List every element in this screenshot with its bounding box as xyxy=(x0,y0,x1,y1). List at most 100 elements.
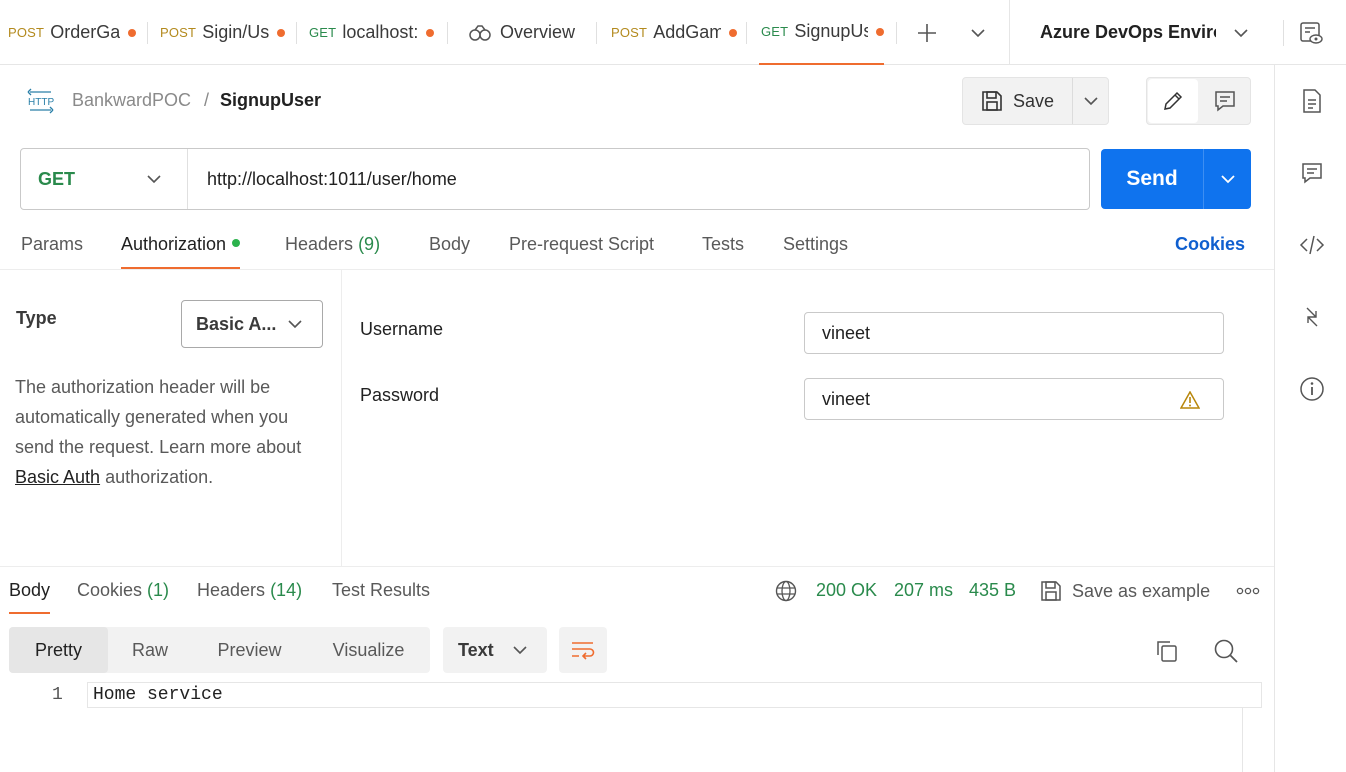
request-tab-overview[interactable]: Overview xyxy=(468,0,586,65)
password-value: vineet xyxy=(822,388,871,409)
tab-name: OrderGa xyxy=(50,22,121,42)
page-title[interactable]: SignupUser xyxy=(220,90,321,111)
url-input[interactable]: http://localhost:1011/user/home xyxy=(207,149,457,209)
view-preview[interactable]: Preview xyxy=(192,627,307,673)
headers-count: (9) xyxy=(358,234,381,254)
response-line: Home service xyxy=(93,685,223,705)
wrap-lines-button[interactable] xyxy=(559,627,607,673)
more-options-icon[interactable] xyxy=(1236,582,1260,600)
chevron-down-icon xyxy=(1234,28,1248,37)
tab-divider xyxy=(596,22,597,44)
method-selector[interactable]: GET xyxy=(21,149,187,209)
divider xyxy=(0,566,1274,567)
tab-name: AddGam xyxy=(653,22,721,42)
request-url-bar: GET http://localhost:1011/user/home xyxy=(20,148,1090,210)
request-tab-bar: POST OrderGa POST Sigin/Us GET localhost… xyxy=(0,0,1346,65)
comment-mode-button[interactable] xyxy=(1200,79,1250,123)
send-options-button[interactable] xyxy=(1204,149,1251,209)
warning-icon[interactable] xyxy=(1180,391,1200,409)
environment-selector[interactable]: Azure DevOps Enviror xyxy=(1040,0,1265,65)
copy-icon[interactable] xyxy=(1154,638,1180,664)
search-icon[interactable] xyxy=(1213,638,1239,664)
arrows-swap-icon xyxy=(1306,307,1318,327)
auth-description: The authorization header will be automat… xyxy=(15,372,327,492)
code-icon xyxy=(1299,235,1325,255)
breadcrumb-collection[interactable]: BankwardPOC xyxy=(72,90,191,111)
response-body-editor[interactable]: 1 Home service xyxy=(0,680,1274,772)
current-line-highlight xyxy=(87,682,1262,708)
password-label: Password xyxy=(360,385,440,405)
auth-type-select[interactable]: Basic A... xyxy=(181,300,323,348)
save-options-button[interactable] xyxy=(1073,78,1109,124)
view-visualize[interactable]: Visualize xyxy=(307,627,430,673)
http-icon: HTTP xyxy=(27,88,55,114)
network-globe-icon[interactable] xyxy=(775,580,797,602)
username-value: vineet xyxy=(822,322,871,343)
username-label: Username xyxy=(360,319,444,339)
tab-method: POST xyxy=(8,25,45,40)
request-tab-addgam[interactable]: POST AddGam xyxy=(611,0,737,65)
response-tab-headers-label: Headers xyxy=(197,580,266,600)
tab-divider xyxy=(746,22,747,44)
tab-params[interactable]: Params xyxy=(21,234,83,255)
response-time[interactable]: 207 ms xyxy=(894,580,953,601)
request-tab-signupus[interactable]: GET SignupUs xyxy=(759,0,884,65)
divider xyxy=(187,149,188,209)
auth-description-end: authorization. xyxy=(105,467,214,487)
comments-button[interactable] xyxy=(1299,160,1325,186)
related-collections-button[interactable] xyxy=(1299,304,1325,330)
tab-method: GET xyxy=(761,24,789,39)
info-button[interactable] xyxy=(1299,376,1325,402)
username-field[interactable]: vineet xyxy=(804,312,1224,354)
tab-body[interactable]: Body xyxy=(429,234,470,255)
code-button[interactable] xyxy=(1299,232,1325,258)
divider xyxy=(341,270,342,566)
unsaved-dot-icon xyxy=(277,28,286,37)
cookies-link[interactable]: Cookies xyxy=(1175,234,1245,255)
unsaved-dot-icon xyxy=(876,27,884,36)
tab-prerequest-script[interactable]: Pre-request Script xyxy=(509,234,654,255)
cookies-count: (1) xyxy=(147,580,170,600)
auth-type-label: Type xyxy=(16,308,57,328)
tab-name: localhost: xyxy=(342,22,419,42)
request-tab-localhost[interactable]: GET localhost: xyxy=(309,0,437,65)
save-as-example-label: Save as example xyxy=(1072,580,1211,601)
new-tab-button[interactable] xyxy=(914,20,940,46)
response-tab-body[interactable]: Body xyxy=(9,580,51,614)
request-tab-orderga[interactable]: POST OrderGa xyxy=(8,0,138,65)
right-sidebar xyxy=(1274,65,1346,772)
tab-method: GET xyxy=(309,25,337,40)
response-tab-headers[interactable]: Headers (14) xyxy=(197,580,302,601)
edit-mode-button[interactable] xyxy=(1148,79,1198,123)
response-tab-cookies[interactable]: Cookies (1) xyxy=(77,580,169,601)
save-as-example-button[interactable]: Save as example xyxy=(1040,578,1210,604)
info-icon xyxy=(1300,377,1324,401)
basic-auth-link[interactable]: Basic Auth xyxy=(15,467,100,487)
editor-scrollbar-track[interactable] xyxy=(1242,708,1243,772)
unsaved-dot-icon xyxy=(128,28,137,37)
response-tab-test-results[interactable]: Test Results xyxy=(332,580,430,601)
tab-divider xyxy=(896,22,897,44)
tab-settings[interactable]: Settings xyxy=(783,234,848,255)
password-field[interactable]: vineet xyxy=(804,378,1224,420)
environment-quick-look-button[interactable] xyxy=(1298,20,1324,46)
tab-headers[interactable]: Headers (9) xyxy=(285,234,380,255)
request-tab-sigin[interactable]: POST Sigin/Us xyxy=(160,0,288,65)
chevron-down-icon xyxy=(513,646,527,655)
tab-tests[interactable]: Tests xyxy=(702,234,744,255)
response-tab-cookies-label: Cookies xyxy=(77,580,143,600)
view-raw[interactable]: Raw xyxy=(108,627,192,673)
tab-divider xyxy=(447,22,448,44)
save-icon xyxy=(982,91,1002,111)
format-select[interactable]: Text xyxy=(443,627,547,673)
response-size[interactable]: 435 B xyxy=(969,580,1016,601)
save-button[interactable]: Save xyxy=(963,78,1072,124)
status-badge[interactable]: 200 OK xyxy=(816,580,877,601)
send-button[interactable]: Send xyxy=(1101,149,1203,209)
auth-type-value: Basic A... xyxy=(196,313,277,334)
documentation-button[interactable] xyxy=(1299,88,1325,114)
view-pretty[interactable]: Pretty xyxy=(9,627,108,673)
tab-overflow-button[interactable] xyxy=(967,22,989,44)
line-number: 1 xyxy=(52,685,63,705)
tab-authorization[interactable]: Authorization xyxy=(121,234,241,269)
